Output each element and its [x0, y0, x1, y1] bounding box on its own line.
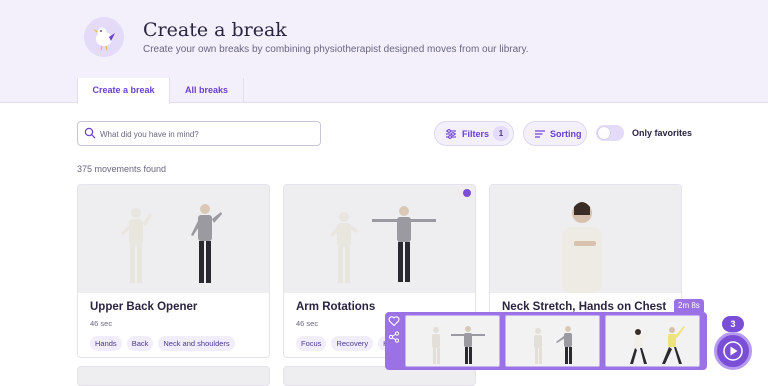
card-tags: Hands Back Neck and shoulders — [90, 336, 235, 351]
tray-movement-thumbnail[interactable] — [605, 315, 700, 367]
tag-chip[interactable]: Neck and shoulders — [158, 336, 235, 351]
sort-lines-icon — [535, 130, 545, 138]
search-icon — [84, 127, 96, 139]
tab-all-breaks[interactable]: All breaks — [170, 78, 244, 103]
selected-count-badge: 3 — [722, 316, 744, 332]
sorting-button[interactable]: Sorting — [523, 121, 587, 146]
favorites-toggle[interactable] — [596, 125, 624, 141]
heart-icon[interactable] — [388, 315, 400, 327]
tag-chip[interactable]: Recovery — [331, 336, 374, 351]
tray-movement-thumbnail[interactable] — [405, 315, 500, 367]
card-duration: 46 sec — [90, 319, 113, 328]
card-duration: 46 sec — [296, 319, 319, 328]
tag-chip[interactable]: Hands — [90, 336, 122, 351]
new-indicator-dot — [463, 189, 471, 197]
movement-thumbnail — [284, 185, 475, 293]
tray-actions — [385, 312, 403, 370]
sliders-icon — [446, 129, 456, 139]
tab-create-a-break[interactable]: Create a break — [77, 78, 170, 104]
filters-count-badge: 1 — [493, 126, 509, 141]
filters-label: Filters — [462, 129, 490, 139]
selection-tray — [385, 312, 707, 370]
card-title: Arm Rotations — [296, 301, 376, 313]
sorting-label: Sorting — [550, 129, 582, 139]
favorites-toggle-label: Only favorites — [632, 128, 693, 138]
tray-movement-thumbnail[interactable] — [505, 315, 600, 367]
filters-button[interactable]: Filters 1 — [434, 121, 514, 146]
movement-thumbnail — [490, 185, 681, 293]
results-count: 375 movements found — [77, 164, 167, 174]
tag-chip[interactable]: Focus — [296, 336, 327, 351]
page-subtitle: Create your own breaks by combining phys… — [143, 44, 529, 55]
share-icon[interactable] — [388, 331, 400, 343]
tag-chip[interactable]: Back — [126, 336, 154, 351]
tab-bar: Create a break All breaks — [0, 78, 768, 104]
search-input[interactable] — [100, 126, 310, 142]
play-button[interactable] — [714, 332, 752, 370]
movement-thumbnail — [78, 185, 269, 293]
page-title: Create a break — [143, 19, 287, 41]
card-title: Upper Back Opener — [90, 301, 198, 313]
bird-logo-icon — [84, 17, 124, 57]
movement-card[interactable]: Upper Back Opener 46 sec Hands Back Neck… — [77, 184, 270, 358]
movement-card[interactable] — [77, 366, 270, 386]
play-icon — [723, 341, 743, 361]
toggle-knob — [598, 127, 610, 139]
page-header: Create a break Create your own breaks by… — [0, 0, 768, 78]
search-box[interactable] — [77, 121, 321, 146]
card-tags: Focus Recovery Ha — [296, 336, 398, 351]
tray-duration-badge: 2m 8s — [674, 299, 704, 312]
